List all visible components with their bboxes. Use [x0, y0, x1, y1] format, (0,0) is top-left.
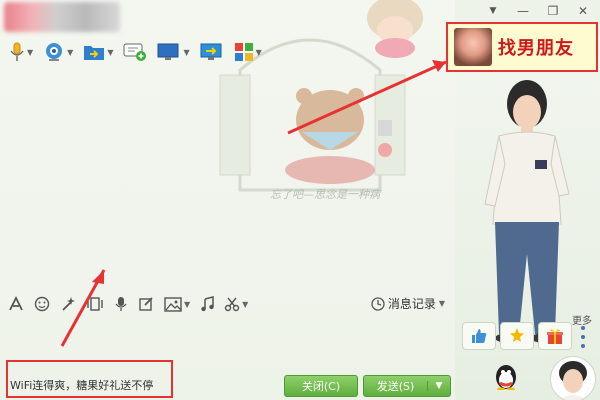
magic-star-button[interactable] — [500, 322, 534, 350]
chevron-down-icon: ▼ — [255, 47, 262, 57]
gift-icon — [547, 329, 563, 344]
background-caption: 忘了吧—思念是一种病 — [270, 188, 380, 201]
file-transfer-button[interactable]: ▼ — [80, 40, 116, 64]
star-wand-icon — [510, 328, 524, 342]
chevron-down-icon: ▼ — [438, 299, 445, 308]
contact-info-blurred — [4, 2, 120, 32]
input-toolbar: ▼ ▼ 消息记录 ▼ — [8, 293, 455, 315]
file-transfer-icon — [84, 46, 105, 60]
side-action-icons — [462, 322, 572, 350]
voice-icon[interactable] — [114, 296, 128, 312]
screen-share-icon — [157, 43, 179, 60]
input-highlight-box — [6, 360, 173, 398]
video-camera-icon — [46, 43, 63, 61]
message-record-label: 消息记录 — [387, 297, 436, 311]
chevron-down-icon: ▼ — [67, 47, 74, 57]
send-button[interactable]: 发送(S) ▼ — [363, 375, 451, 397]
chevron-down-icon: ▼ — [27, 47, 34, 57]
emoji-icon[interactable] — [34, 296, 50, 312]
user-avatar[interactable] — [550, 356, 596, 400]
window-controls: ▼ — ❐ ✕ — [482, 2, 594, 20]
message-add-icon — [123, 43, 147, 61]
dropdown-icon[interactable]: ▼ — [482, 2, 504, 20]
message-record-button[interactable]: 消息记录 ▼ — [371, 295, 445, 312]
screen-share-button[interactable]: ▼ — [154, 40, 192, 64]
new-discussion-button[interactable] — [120, 40, 150, 64]
microphone-icon — [10, 42, 24, 61]
image-button[interactable]: ▼ — [164, 296, 191, 312]
close-button[interactable]: 关闭(C) — [284, 375, 358, 397]
send-button-label: 发送(S) — [376, 380, 415, 393]
chevron-down-icon: ▼ — [183, 47, 190, 57]
chevron-down-icon: ▼ — [242, 299, 249, 309]
clock-icon — [371, 296, 385, 311]
apps-button[interactable]: ▼ — [231, 40, 265, 64]
thumbs-up-icon — [472, 329, 487, 343]
qq-penguin-icon[interactable] — [492, 362, 520, 390]
remote-assist-button[interactable] — [197, 40, 227, 64]
shake-icon[interactable] — [86, 296, 104, 312]
screenshot-button[interactable]: ▼ — [224, 296, 248, 312]
magic-icon[interactable] — [60, 296, 76, 312]
chevron-down-icon: ▼ — [184, 299, 191, 309]
avatar-face-illustration — [559, 361, 587, 400]
qq-chat-window: 忘了吧—思念是一种病 ▼ ▼ 消息记录 ▼ WiFi连得爽，糖果好礼送不停 关闭… — [0, 0, 600, 400]
chevron-down-icon: ▼ — [107, 47, 114, 57]
video-call-button[interactable]: ▼ — [40, 40, 76, 64]
edit-icon[interactable] — [138, 296, 154, 312]
like-button[interactable] — [462, 322, 496, 350]
image-icon — [164, 296, 182, 312]
more-menu-icon[interactable] — [576, 324, 590, 350]
apps-grid-icon — [234, 43, 253, 61]
minimize-button[interactable]: — — [512, 2, 534, 20]
scissors-icon — [224, 297, 240, 312]
font-icon[interactable] — [8, 296, 24, 312]
ad-highlight-box — [446, 22, 598, 72]
send-options-dropdown[interactable]: ▼ — [427, 381, 450, 391]
close-window-button[interactable]: ✕ — [572, 2, 594, 20]
music-icon[interactable] — [200, 296, 214, 312]
voice-call-button[interactable]: ▼ — [6, 40, 36, 64]
gift-button[interactable] — [538, 322, 572, 350]
restore-button[interactable]: ❐ — [542, 2, 564, 20]
remote-assist-icon — [200, 43, 222, 60]
chat-toolbar: ▼ ▼ ▼ ▼ ▼ — [6, 40, 265, 64]
